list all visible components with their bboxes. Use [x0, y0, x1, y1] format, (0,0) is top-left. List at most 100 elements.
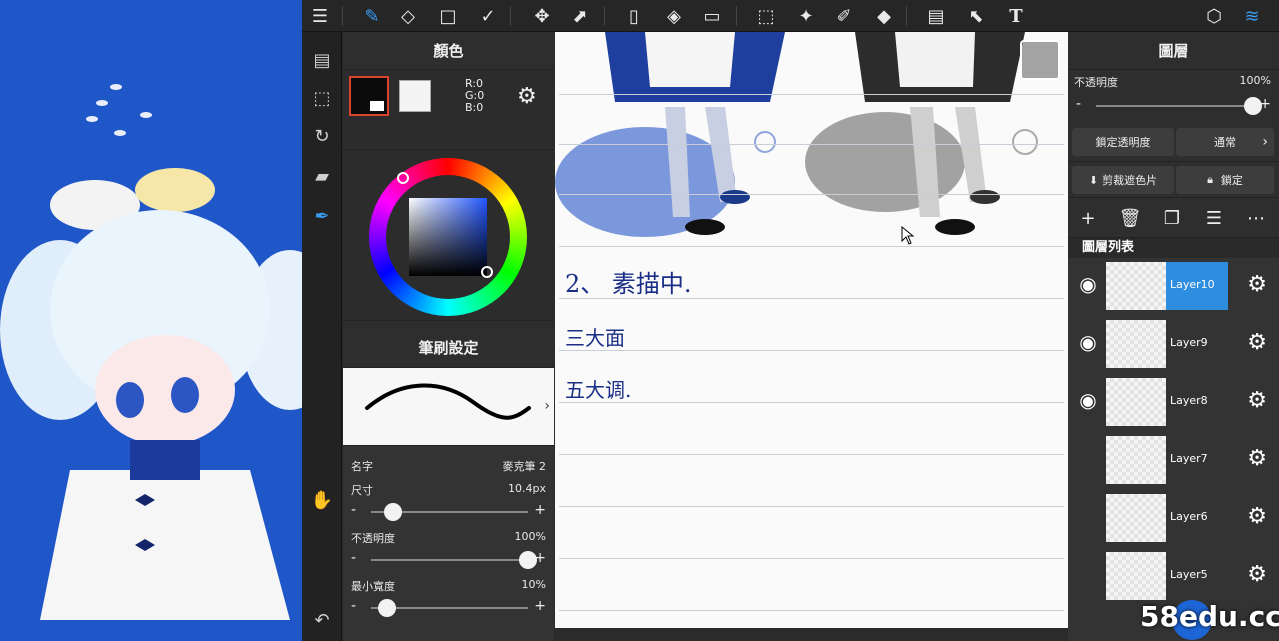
saturation-value-square[interactable] [409, 198, 487, 276]
layer-settings-gear-icon[interactable]: ⚙ [1247, 504, 1267, 529]
drawing-canvas[interactable]: 2、 素描中. 三大面 五大调. [555, 32, 1068, 628]
document-icon[interactable]: ▤ [308, 46, 336, 74]
blend-mode-button[interactable]: 通常 › [1176, 128, 1274, 156]
min-width-plus-button[interactable]: + [534, 598, 546, 614]
layer-row[interactable]: ◉ Layer9 ⚙ [1068, 316, 1279, 372]
clipping-mask-button[interactable]: ⬇ 剪裁遮色片 [1072, 166, 1174, 194]
lasso-move-icon[interactable]: ⬉ [962, 0, 990, 32]
brush-opacity-value: 100% [514, 530, 546, 543]
layer-opacity-slider[interactable]: - + [1068, 94, 1279, 118]
3d-icon[interactable]: ⬡ [1200, 0, 1228, 32]
more-options-icon[interactable]: ⋯ [1244, 208, 1268, 229]
brush-size-slider[interactable]: - + [343, 500, 554, 524]
eraser-icon[interactable]: ◇ [394, 0, 422, 32]
layer-settings-gear-icon[interactable]: ⚙ [1247, 272, 1267, 297]
gradient-icon[interactable]: ▭ [698, 0, 726, 32]
layer-row[interactable]: ◉ Layer10 ⚙ [1068, 258, 1279, 314]
rect-select-icon[interactable]: □ [434, 0, 462, 32]
hue-marker[interactable] [397, 172, 409, 184]
min-width-minus-button[interactable]: - [351, 598, 356, 614]
opacity-slider-track[interactable] [371, 559, 528, 561]
layer-settings-gear-icon[interactable]: ⚙ [1247, 562, 1267, 587]
watermark-text: 58edu.cc [1140, 600, 1279, 633]
bucket-icon[interactable]: ◈ [660, 0, 688, 32]
fill-color-icon[interactable]: ▯ [620, 0, 648, 32]
ruled-line [559, 350, 1064, 351]
lock-transparency-button[interactable]: 鎖定透明度 [1072, 128, 1174, 156]
top-toolbar: ☰ ✎ ◇ □ ✓ ✥ ⬈ ▯ ◈ ▭ ⬚ ✦ ✐ ◆ ▤ ⬉ T ⬡ ≋ [302, 0, 1279, 32]
layer-settings-gear-icon[interactable]: ⚙ [1247, 446, 1267, 471]
foreground-color-swatch[interactable] [349, 76, 389, 116]
eyedropper-icon[interactable]: ✒ [308, 202, 336, 230]
clipping-mask-label: 剪裁遮色片 [1102, 174, 1158, 187]
trash-icon[interactable]: 🗑︎ [1118, 208, 1142, 229]
layer-thumbnail [1106, 494, 1166, 542]
brush-min-width-slider[interactable]: - + [343, 596, 554, 620]
brush-min-width-row: 最小寬度 10% [343, 572, 554, 596]
color-panel-title: 顏色 [343, 32, 554, 70]
ruled-line [559, 194, 1064, 195]
navigator-toggle-icon[interactable] [1020, 40, 1060, 80]
text-icon[interactable]: T [1002, 0, 1030, 32]
layer-settings-gear-icon[interactable]: ⚙ [1247, 330, 1267, 355]
hand-icon[interactable]: ✋ [308, 486, 336, 514]
transform-icon[interactable]: ⬈ [566, 0, 594, 32]
visibility-eye-icon[interactable]: ◉ [1074, 330, 1102, 358]
visibility-eye-icon[interactable]: ◉ [1074, 388, 1102, 416]
min-width-slider-knob[interactable] [377, 599, 396, 617]
visibility-eye-icon[interactable] [1074, 504, 1102, 532]
layer-row[interactable]: ◉ Layer8 ⚙ [1068, 374, 1279, 430]
check-icon[interactable]: ✓ [474, 0, 502, 32]
marquee-icon[interactable]: ⬚ [752, 0, 780, 32]
rgb-b: B:0 [465, 101, 484, 114]
side-tool-column: ▤ ⬚ ↻ ▰ ✒ ✋ ↶ [302, 32, 342, 641]
layer-row[interactable]: Layer7 ⚙ [1068, 432, 1279, 488]
opacity-plus-button[interactable]: + [534, 550, 546, 566]
layer-row[interactable]: Layer5 ⚙ [1068, 548, 1279, 604]
brush-name-label: 名字 [351, 460, 373, 473]
sv-marker[interactable] [481, 266, 493, 278]
duplicate-layer-icon[interactable]: ❐ [1160, 208, 1184, 229]
brush-icon[interactable]: ✎ [358, 0, 386, 32]
size-minus-button[interactable]: - [351, 502, 356, 518]
frame-icon[interactable]: ▤ [922, 0, 950, 32]
color-settings-gear-icon[interactable]: ⚙ [517, 84, 537, 109]
layer-opacity-track[interactable] [1096, 105, 1253, 107]
visibility-eye-icon[interactable]: ◉ [1074, 272, 1102, 300]
size-slider-knob[interactable] [383, 503, 402, 521]
brush-settings-panel: 筆刷設定 › 名字 麥克筆 2 尺寸 10.4px - + 不透明度 100% … [343, 328, 554, 641]
layer-list: ◉ Layer10 ⚙ ◉ Layer9 ⚙ ◉ Layer8 ⚙ Layer7 ⚙ Layer6 ⚙ L… [1068, 258, 1279, 628]
menu-icon[interactable]: ☰ [306, 0, 334, 32]
chevron-right-icon[interactable]: › [544, 398, 550, 414]
ruler-icon[interactable]: ▰ [308, 162, 336, 190]
undo-icon[interactable]: ↶ [308, 606, 336, 634]
layer-list-menu-icon[interactable]: ☰ [1202, 208, 1226, 229]
add-layer-icon[interactable]: + [1076, 208, 1100, 229]
size-plus-button[interactable]: + [534, 502, 546, 518]
brush-name-value: 麥克筆 2 [502, 460, 547, 473]
brush-preview[interactable]: › [343, 368, 554, 446]
visibility-eye-icon[interactable] [1074, 562, 1102, 590]
layer-name: Layer5 [1170, 568, 1208, 581]
select-pen-icon[interactable]: ✐ [830, 0, 858, 32]
layers-icon[interactable]: ≋ [1238, 0, 1266, 32]
background-color-swatch[interactable] [399, 80, 431, 112]
brush-opacity-slider[interactable]: - + [343, 548, 554, 572]
visibility-eye-icon[interactable] [1074, 446, 1102, 474]
layer-opacity-minus-button[interactable]: - [1076, 96, 1081, 112]
layer-settings-gear-icon[interactable]: ⚙ [1247, 388, 1267, 413]
layer-row[interactable]: Layer6 ⚙ [1068, 490, 1279, 546]
brush-stroke-preview [365, 383, 531, 420]
magic-wand-icon[interactable]: ✦ [792, 0, 820, 32]
avatar-illustration [0, 168, 302, 620]
move-icon[interactable]: ✥ [528, 0, 556, 32]
artwork-legs-illustration [555, 32, 1038, 237]
opacity-minus-button[interactable]: - [351, 550, 356, 566]
selection-icon[interactable]: ⬚ [308, 84, 336, 112]
ruled-line [559, 246, 1064, 247]
select-eraser-icon[interactable]: ◆ [870, 0, 898, 32]
layer-opacity-plus-button[interactable]: + [1259, 96, 1271, 112]
brush-name-row[interactable]: 名字 麥克筆 2 [343, 452, 554, 476]
lock-layer-button[interactable]: 🔒︎ 鎖定 [1176, 166, 1274, 194]
rotate-icon[interactable]: ↻ [308, 122, 336, 150]
